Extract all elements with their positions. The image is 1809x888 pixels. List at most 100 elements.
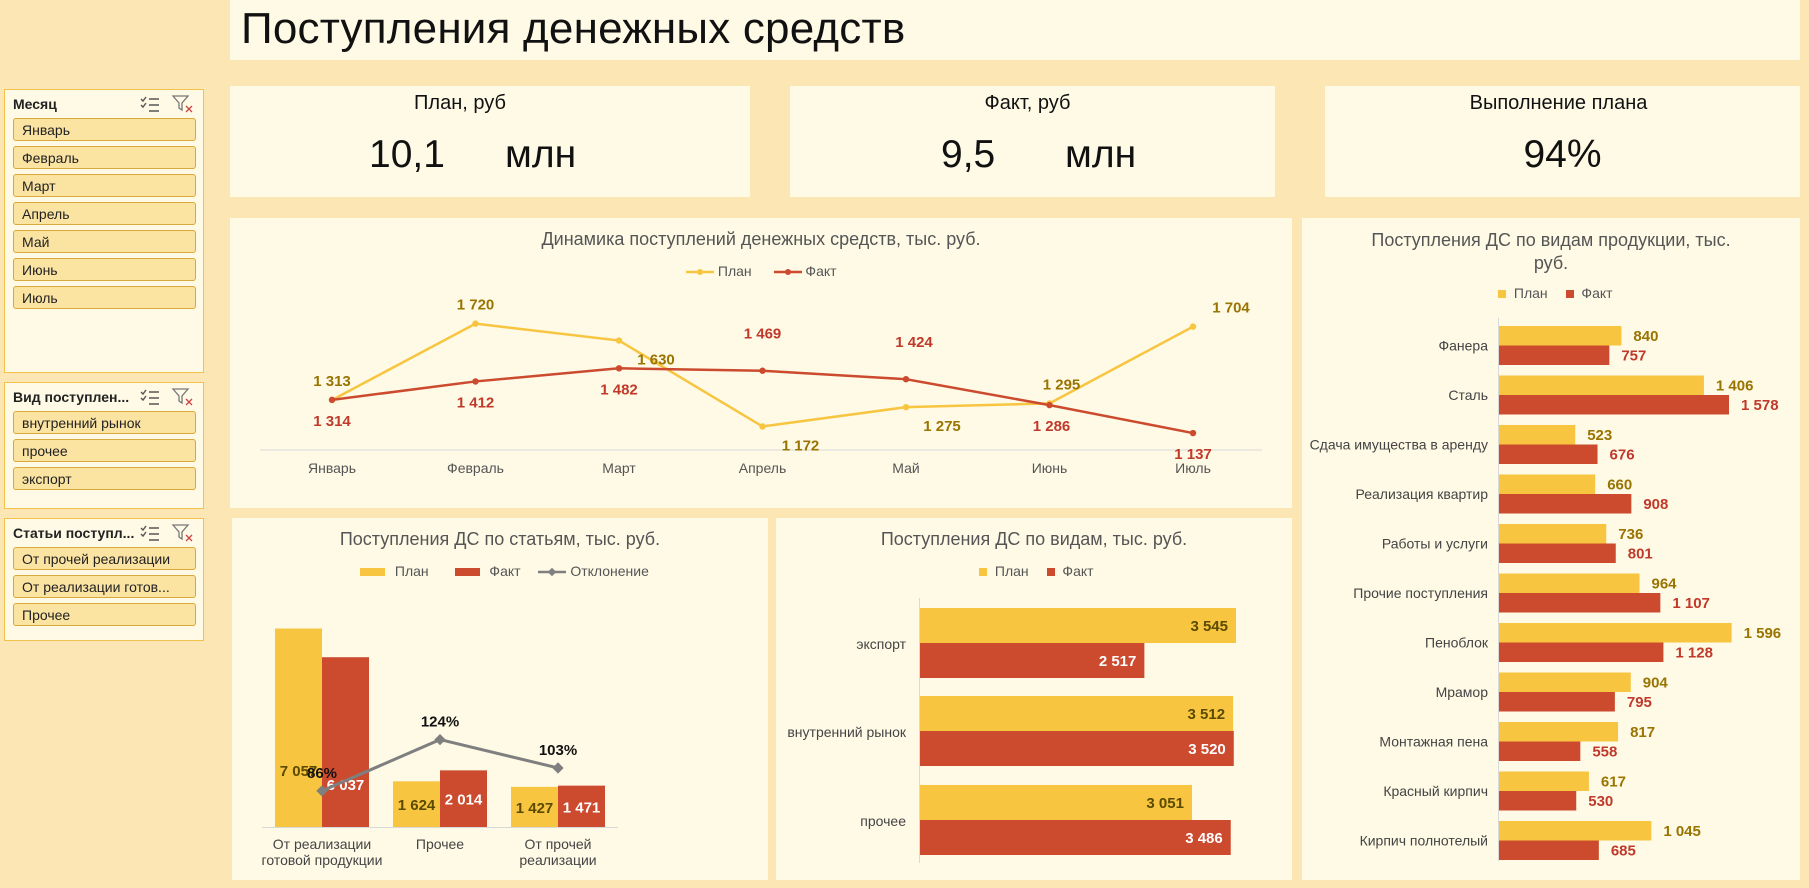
- fact-bar: [322, 657, 369, 827]
- fact-data-label: 3 486: [1185, 830, 1223, 847]
- multiselect-icon[interactable]: [139, 94, 161, 114]
- plan-bar: [1499, 821, 1652, 841]
- plan-data-label: 3 545: [1190, 618, 1228, 635]
- fact-data-label: 676: [1610, 447, 1635, 464]
- y-tick-label: Фанера: [1438, 338, 1488, 354]
- slicer-item-january[interactable]: Январь: [13, 118, 196, 141]
- kpi-plan: План, руб 10,1 млн: [230, 86, 750, 197]
- y-tick-label: Сдача имущества в аренду: [1310, 437, 1488, 453]
- fact-data-label: 757: [1621, 348, 1646, 365]
- x-tick-label: Март: [602, 460, 636, 476]
- slicer-item-misc[interactable]: Прочее: [13, 603, 196, 626]
- plan-data-label: 840: [1633, 328, 1658, 345]
- plan-data-label: 3 051: [1146, 795, 1184, 812]
- plan-bar: [1499, 573, 1640, 593]
- clear-filter-icon[interactable]: [171, 387, 193, 407]
- fact-bar: [1499, 494, 1632, 514]
- fact-bar: [1499, 444, 1598, 464]
- plan-bar: [1499, 771, 1589, 791]
- slicer-item-domestic[interactable]: внутренний рынок: [13, 411, 196, 434]
- clear-filter-icon[interactable]: [171, 523, 193, 543]
- fact-bar: [1499, 741, 1581, 761]
- slicer-income-type: Вид поступлен... внутренний рынок прочее…: [4, 382, 204, 509]
- fact-data-label: 1 128: [1675, 645, 1713, 662]
- slicer-title: Месяц: [13, 96, 57, 112]
- slicer-title: Статьи поступл...: [13, 525, 135, 541]
- slicer-item-june[interactable]: Июнь: [13, 258, 196, 281]
- multiselect-icon[interactable]: [139, 523, 161, 543]
- deviation-data-label: 124%: [421, 714, 459, 731]
- plan-bar: [1499, 425, 1576, 445]
- slicer-item-april[interactable]: Апрель: [13, 202, 196, 225]
- fact-data-label: 1 578: [1741, 397, 1779, 414]
- y-tick-label: Кирпич полнотелый: [1360, 833, 1488, 849]
- plan-data-label: 1 704: [1212, 300, 1250, 317]
- fact-data-label: 1 412: [457, 394, 495, 411]
- fact-data-label: 530: [1588, 793, 1613, 810]
- deviation-data-label: 103%: [539, 742, 577, 759]
- x-tick-label: От прочей: [525, 836, 592, 852]
- x-tick-label: От реализации: [273, 836, 371, 852]
- fact-bar: [1499, 692, 1615, 712]
- fact-point: [902, 375, 910, 383]
- plan-data-label: 1 045: [1663, 823, 1701, 840]
- fact-point: [472, 378, 479, 385]
- plan-bar: [275, 628, 322, 827]
- fact-data-label: 1 314: [313, 413, 351, 430]
- fact-data-label: 1 424: [895, 334, 933, 351]
- plan-data-label: 1 275: [923, 418, 961, 435]
- x-tick-label: Прочее: [416, 836, 464, 852]
- plan-data-label: 1 720: [457, 297, 495, 314]
- kpi-fact: Факт, руб 9,5 млн: [790, 86, 1275, 197]
- slicer-item-other[interactable]: прочее: [13, 439, 196, 462]
- kpi-label: Выполнение плана: [1469, 92, 1648, 114]
- fact-bar: [920, 731, 1234, 766]
- slicer-item-export[interactable]: экспорт: [13, 467, 196, 490]
- fact-data-label: 801: [1628, 546, 1653, 563]
- kpi-plan-execution: Выполнение плана 94%: [1325, 86, 1800, 197]
- plan-bar: [920, 696, 1234, 731]
- fact-point: [328, 396, 336, 404]
- fact-data-label: 1 107: [1672, 595, 1710, 612]
- fact-point: [759, 367, 766, 374]
- fact-data-label: 2 014: [445, 792, 483, 809]
- kpi-label: Факт, руб: [984, 92, 1071, 114]
- kpi-value: 9,5: [941, 133, 996, 176]
- y-tick-label: внутренний рынок: [787, 724, 907, 740]
- slicer-item-finished-goods[interactable]: От реализации готов...: [13, 575, 196, 598]
- fact-data-label: 685: [1611, 843, 1636, 860]
- fact-data-label: 1 469: [744, 326, 782, 343]
- fact-data-label: 1 471: [563, 799, 601, 816]
- x-tick-label: Январь: [308, 460, 356, 476]
- chart-articles-panel: Поступления ДС по статьям, тыс. руб. Пла…: [232, 518, 768, 880]
- fact-data-label: 795: [1627, 694, 1652, 711]
- plan-point: [472, 320, 479, 327]
- y-tick-label: прочее: [860, 813, 906, 829]
- kpi-value: 94%: [1523, 133, 1602, 176]
- plan-data-label: 3 512: [1188, 706, 1226, 723]
- deviation-point: [434, 733, 446, 746]
- multiselect-icon[interactable]: [139, 387, 161, 407]
- kpi-value: 10,1: [369, 133, 445, 176]
- fact-data-label: 1 482: [600, 381, 638, 398]
- fact-point: [1046, 401, 1053, 409]
- plan-data-label: 904: [1643, 675, 1669, 692]
- chart-dynamics-panel: Динамика поступлений денежных средств, т…: [230, 218, 1292, 508]
- slicer-item-march[interactable]: Март: [13, 174, 196, 197]
- plan-data-label: 1 630: [637, 352, 675, 369]
- slicer-item-may[interactable]: Май: [13, 230, 196, 253]
- slicer-item-july[interactable]: Июль: [13, 286, 196, 309]
- slicer-item-february[interactable]: Февраль: [13, 146, 196, 169]
- fact-bar: [1499, 593, 1661, 613]
- fact-bar: [1499, 345, 1610, 365]
- plan-bar: [920, 608, 1236, 643]
- fact-data-label: 1 137: [1174, 446, 1212, 463]
- fact-point: [1189, 429, 1197, 437]
- combo-chart: 7 0576 037От реализацииготовой продукции…: [262, 628, 618, 868]
- plan-data-label: 1 427: [516, 800, 554, 817]
- slicer-item-other-sales[interactable]: От прочей реализации: [13, 547, 196, 570]
- fact-data-label: 1 286: [1033, 418, 1071, 435]
- y-tick-label: Мрамор: [1436, 684, 1489, 700]
- x-tick-label: реализации: [519, 852, 596, 868]
- clear-filter-icon[interactable]: [171, 94, 193, 114]
